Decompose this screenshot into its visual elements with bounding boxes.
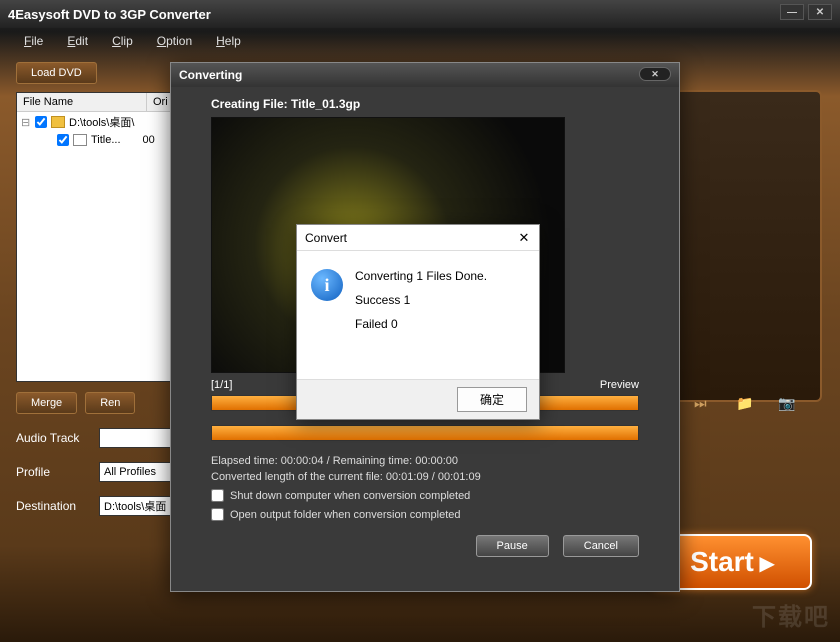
msgbox-ok-button[interactable]: 确定 [457, 387, 527, 412]
open-folder-label: Open output folder when conversion compl… [230, 509, 461, 521]
menu-edit[interactable]: Edit [67, 34, 88, 48]
dialog-title: Converting [179, 68, 242, 82]
dialog-titlebar: Converting ✕ [171, 63, 679, 87]
shutdown-checkbox[interactable] [211, 489, 224, 502]
pause-button[interactable]: Pause [476, 535, 549, 557]
menu-help[interactable]: Help [216, 34, 241, 48]
msgbox-text: Converting 1 Files Done. Success 1 Faile… [355, 269, 487, 341]
col-filename[interactable]: File Name [17, 93, 147, 111]
menu-option[interactable]: Option [157, 34, 192, 48]
open-folder-checkbox[interactable] [211, 508, 224, 521]
convert-msgbox: Convert ✕ i Converting 1 Files Done. Suc… [296, 224, 540, 420]
camera-icon[interactable]: 📷 [778, 395, 800, 413]
cancel-button[interactable]: Cancel [563, 535, 639, 557]
file-icon [73, 134, 87, 146]
watermark: 下载吧 [752, 597, 830, 632]
msgbox-title: Convert [297, 225, 539, 251]
creating-file-label: Creating File: Title_01.3gp [211, 97, 639, 111]
titlebar: 4Easysoft DVD to 3GP Converter — ✕ [0, 0, 840, 28]
converted-length: Converted length of the current file: 00… [211, 471, 639, 483]
start-label: Start [690, 546, 754, 578]
merge-button[interactable]: Merge [16, 392, 77, 414]
file-child-label: Title... [91, 134, 121, 146]
app-title: 4Easysoft DVD to 3GP Converter [8, 7, 211, 22]
file-child-val: 00 [143, 134, 155, 146]
file-root-label: D:\tools\桌面\ [69, 114, 134, 130]
start-arrow-icon: ▸ [760, 546, 774, 579]
close-button[interactable]: ✕ [808, 4, 832, 20]
folder-icon [51, 116, 65, 128]
rename-button[interactable]: Ren [85, 392, 135, 414]
menu-file[interactable]: File [24, 34, 43, 48]
destination-label: Destination [16, 499, 91, 513]
msgbox-close-button[interactable]: ✕ [515, 229, 533, 247]
menu-clip[interactable]: Clip [112, 34, 133, 48]
progress-bar-total [211, 425, 639, 441]
file-root-checkbox[interactable] [35, 116, 47, 128]
file-child-checkbox[interactable] [57, 134, 69, 146]
load-dvd-button[interactable]: Load DVD [16, 62, 97, 84]
next-icon[interactable]: ⏭ [694, 395, 716, 413]
minimize-button[interactable]: — [780, 4, 804, 20]
preview-checkbox-label[interactable]: Preview [600, 379, 639, 391]
snapshot-icon[interactable]: 📁 [736, 395, 758, 413]
dialog-close-button[interactable]: ✕ [639, 67, 671, 81]
msgbox-line2: Success 1 [355, 293, 487, 307]
audio-track-label: Audio Track [16, 431, 91, 445]
shutdown-label: Shut down computer when conversion compl… [230, 490, 470, 502]
msgbox-line3: Failed 0 [355, 317, 487, 331]
msgbox-line1: Converting 1 Files Done. [355, 269, 487, 283]
menubar: File Edit Clip Option Help [0, 28, 840, 54]
profile-label: Profile [16, 465, 91, 479]
elapsed-time: Elapsed time: 00:00:04 / Remaining time:… [211, 455, 639, 467]
progress-counter: [1/1] [211, 379, 232, 391]
info-icon: i [311, 269, 343, 301]
